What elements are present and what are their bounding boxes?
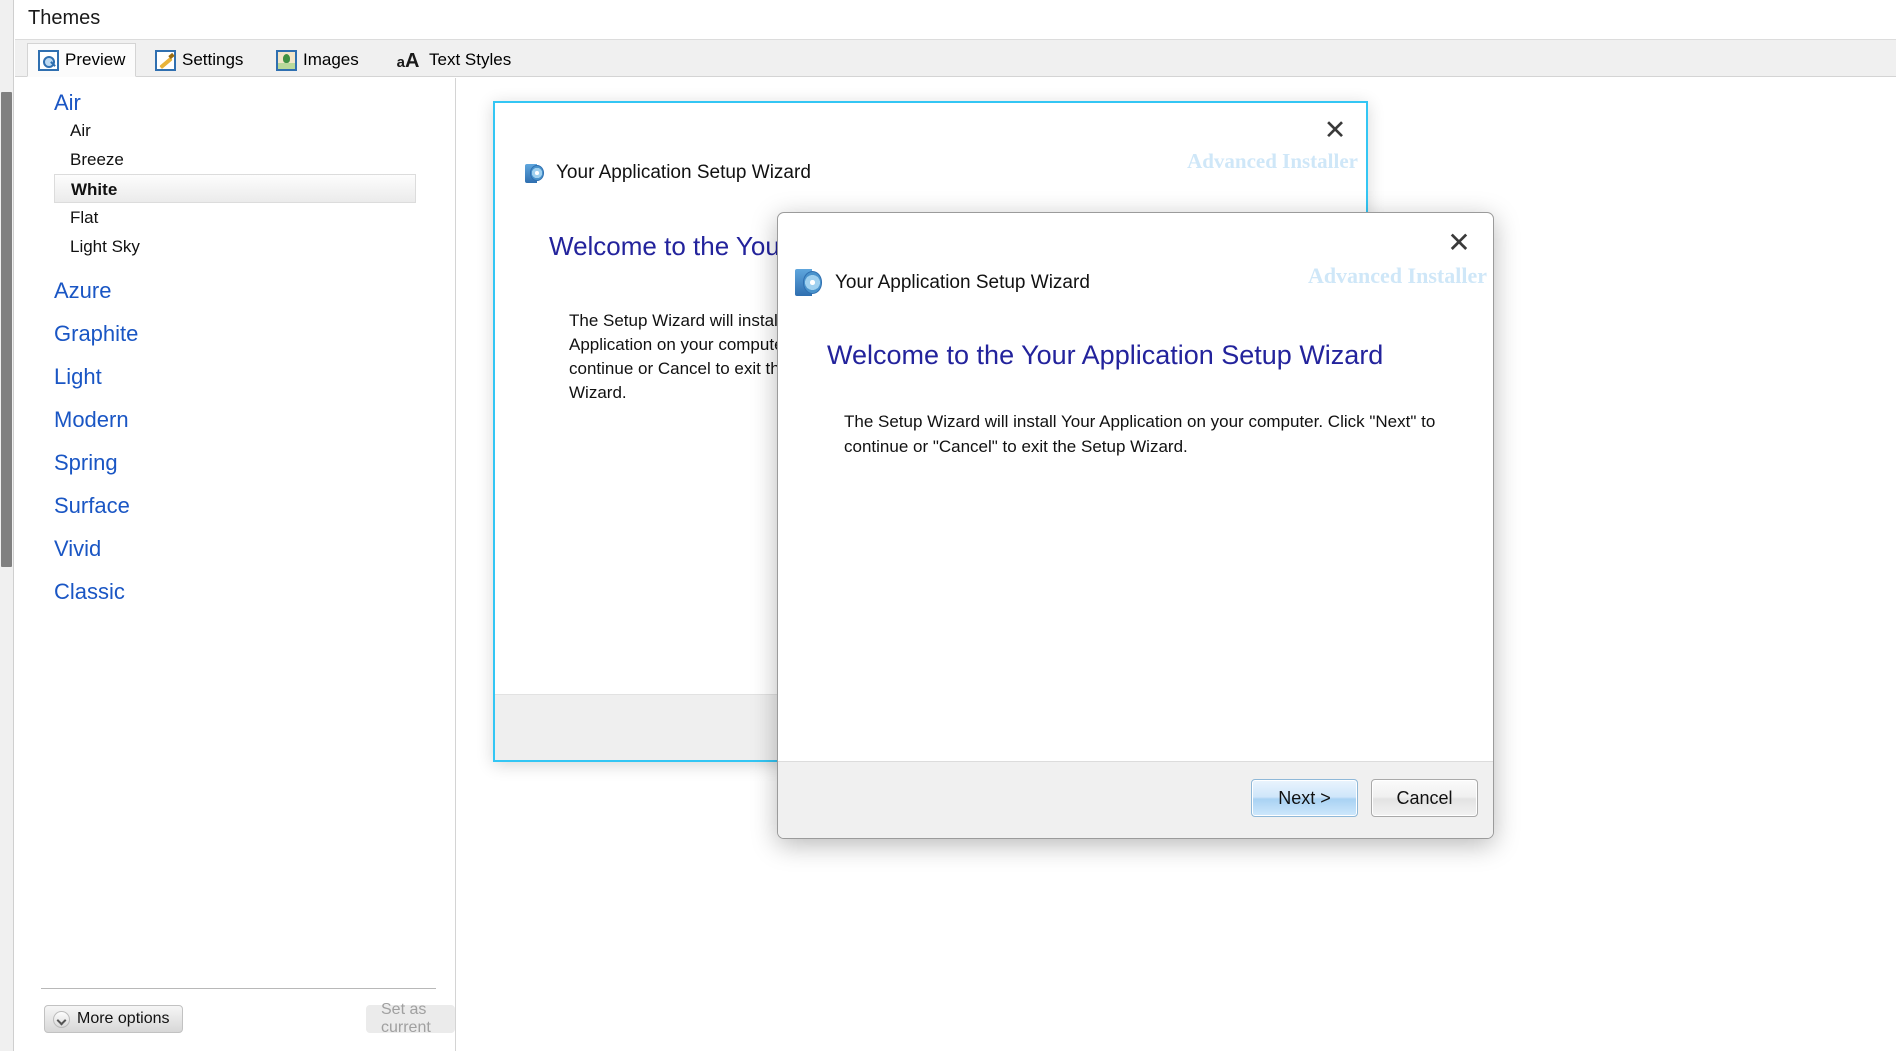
front-window-header: Your Application Setup Wizard [795, 269, 1090, 296]
tab-text-styles-label: Text Styles [429, 50, 512, 69]
cancel-button-label: Cancel [1396, 787, 1453, 808]
set-as-current-button[interactable]: Set as current [366, 1001, 455, 1036]
images-icon [276, 49, 297, 71]
tab-preview-label: Preview [65, 50, 126, 69]
settings-icon [155, 49, 176, 71]
theme-group-air[interactable]: Air [54, 90, 456, 116]
theme-group-modern[interactable]: Modern [54, 407, 456, 433]
theme-group-vivid[interactable]: Vivid [54, 536, 456, 562]
theme-item-breeze[interactable]: Breeze [54, 145, 456, 174]
app-scrollbar[interactable] [0, 0, 14, 1051]
theme-item-air[interactable]: Air [54, 116, 456, 145]
preview-icon [38, 49, 59, 71]
back-window-header: Your Application Setup Wizard [525, 162, 811, 184]
next-button-label: Next > [1278, 787, 1331, 808]
front-window-body: The Setup Wizard will install Your Appli… [844, 412, 1436, 456]
front-preview-window[interactable]: ✕ Advanced Installer Your Application Se… [777, 212, 1494, 839]
back-window-watermark: Advanced Installer [1187, 149, 1358, 173]
more-options-button[interactable]: More options [44, 1005, 183, 1033]
tab-text-styles[interactable]: aA Text Styles [383, 43, 521, 77]
theme-group-light[interactable]: Light [54, 364, 456, 390]
front-window-footer: Next > Cancel [778, 761, 1493, 838]
theme-item-flat[interactable]: Flat [54, 203, 456, 232]
front-window-watermark: Advanced Installer [1307, 263, 1487, 288]
disc-icon [795, 269, 822, 296]
theme-group-surface[interactable]: Surface [54, 493, 456, 519]
panel-divider [41, 988, 436, 989]
theme-group-azure[interactable]: Azure [54, 278, 456, 304]
close-icon[interactable]: ✕ [1443, 226, 1475, 258]
tab-preview[interactable]: Preview [27, 43, 137, 77]
panel-footer: More options Set as current [16, 993, 455, 1051]
tab-images-label: Images [303, 50, 359, 69]
theme-group-graphite[interactable]: Graphite [54, 321, 456, 347]
close-icon[interactable]: ✕ [1320, 115, 1350, 145]
theme-item-white[interactable]: White [54, 174, 416, 203]
tab-settings-label: Settings [182, 50, 244, 69]
page-title: Themes [28, 7, 101, 29]
disc-icon [525, 163, 544, 183]
title-bar: Themes [15, 0, 1896, 40]
tab-strip: Preview Settings Images aA Text Styles [15, 40, 1896, 77]
set-as-current-label: Set as current [381, 1001, 431, 1036]
back-window-title: Your Application Setup Wizard [556, 162, 811, 183]
front-window-title: Your Application Setup Wizard [835, 271, 1090, 293]
text-styles-icon: aA [396, 49, 420, 72]
theme-panel: Air Air Breeze White Flat Light Sky Azur… [16, 78, 456, 1051]
preview-stage: ✕ Advanced Installer Your Application Se… [457, 78, 1896, 1051]
scrollbar-thumb[interactable] [1, 92, 12, 567]
more-options-label: More options [77, 1010, 170, 1027]
theme-group-air-items: Air Breeze White Flat Light Sky [16, 116, 456, 261]
chevron-down-icon [53, 1010, 70, 1028]
tab-images[interactable]: Images [266, 43, 369, 77]
theme-list: Air Air Breeze White Flat Light Sky Azur… [16, 78, 456, 968]
tab-settings[interactable]: Settings [145, 43, 253, 77]
next-button[interactable]: Next > [1251, 779, 1358, 817]
theme-group-classic[interactable]: Classic [54, 579, 456, 605]
cancel-button[interactable]: Cancel [1371, 779, 1478, 817]
front-window-heading: Welcome to the Your Application Setup Wi… [827, 340, 1384, 370]
theme-item-light-sky[interactable]: Light Sky [54, 232, 456, 261]
theme-group-spring[interactable]: Spring [54, 450, 456, 476]
